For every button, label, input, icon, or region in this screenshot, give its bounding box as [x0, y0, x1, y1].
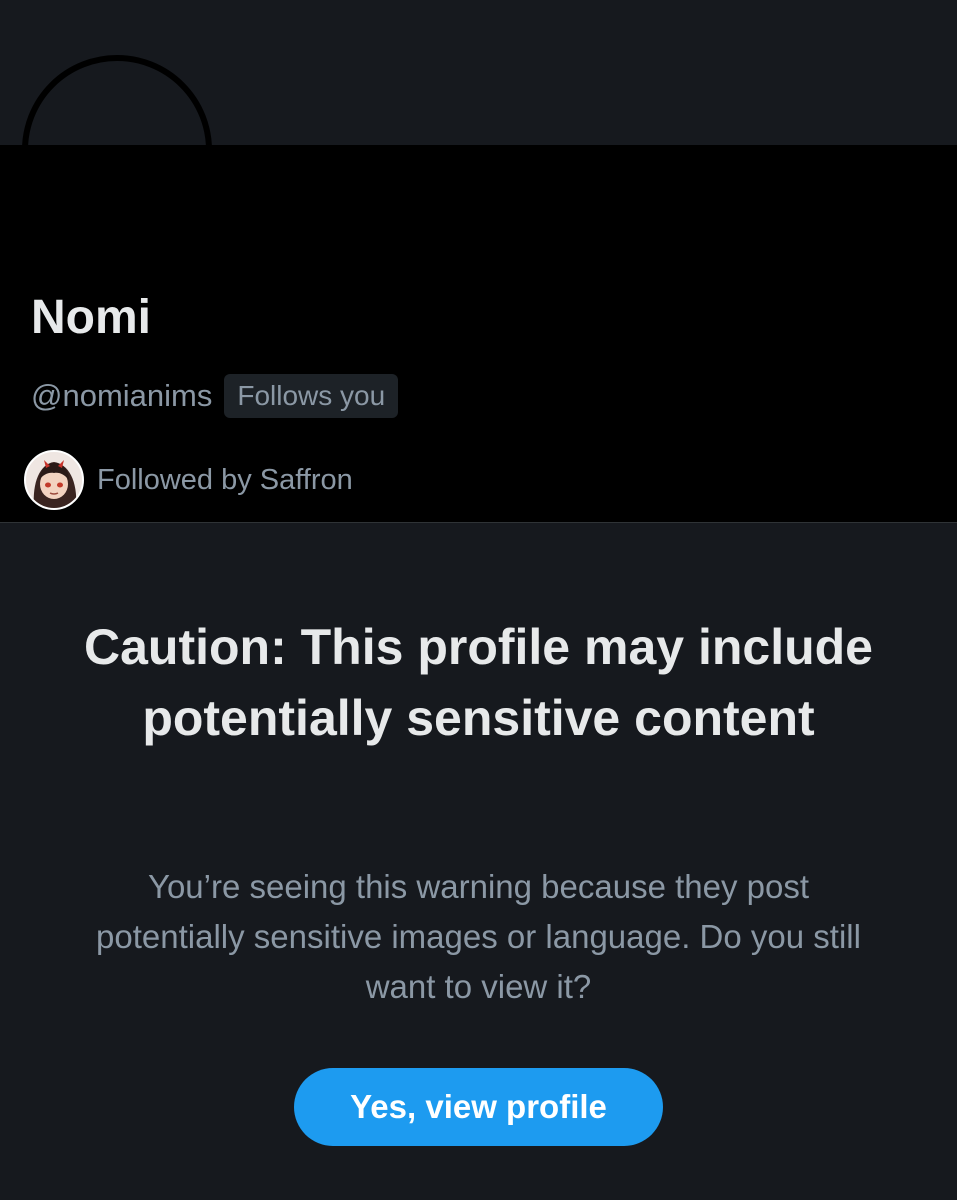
follower-avatar-icon[interactable] [24, 450, 84, 510]
view-profile-button[interactable]: Yes, view profile [294, 1068, 663, 1146]
follower-avatar-image [26, 452, 82, 508]
display-name: Nomi [31, 291, 151, 344]
follows-you-badge: Follows you [224, 374, 399, 418]
followed-by-row[interactable]: Followed by Saffron [24, 450, 353, 510]
followed-by-text[interactable]: Followed by Saffron [97, 464, 353, 497]
sensitive-warning-title: Caution: This profile may include potent… [84, 619, 873, 746]
user-handle: @nomianims [31, 378, 213, 413]
section-divider [0, 522, 957, 523]
sensitive-warning-body: You’re seeing this warning because they … [96, 868, 861, 1005]
handle-row: @nomianims Follows you [31, 374, 399, 418]
